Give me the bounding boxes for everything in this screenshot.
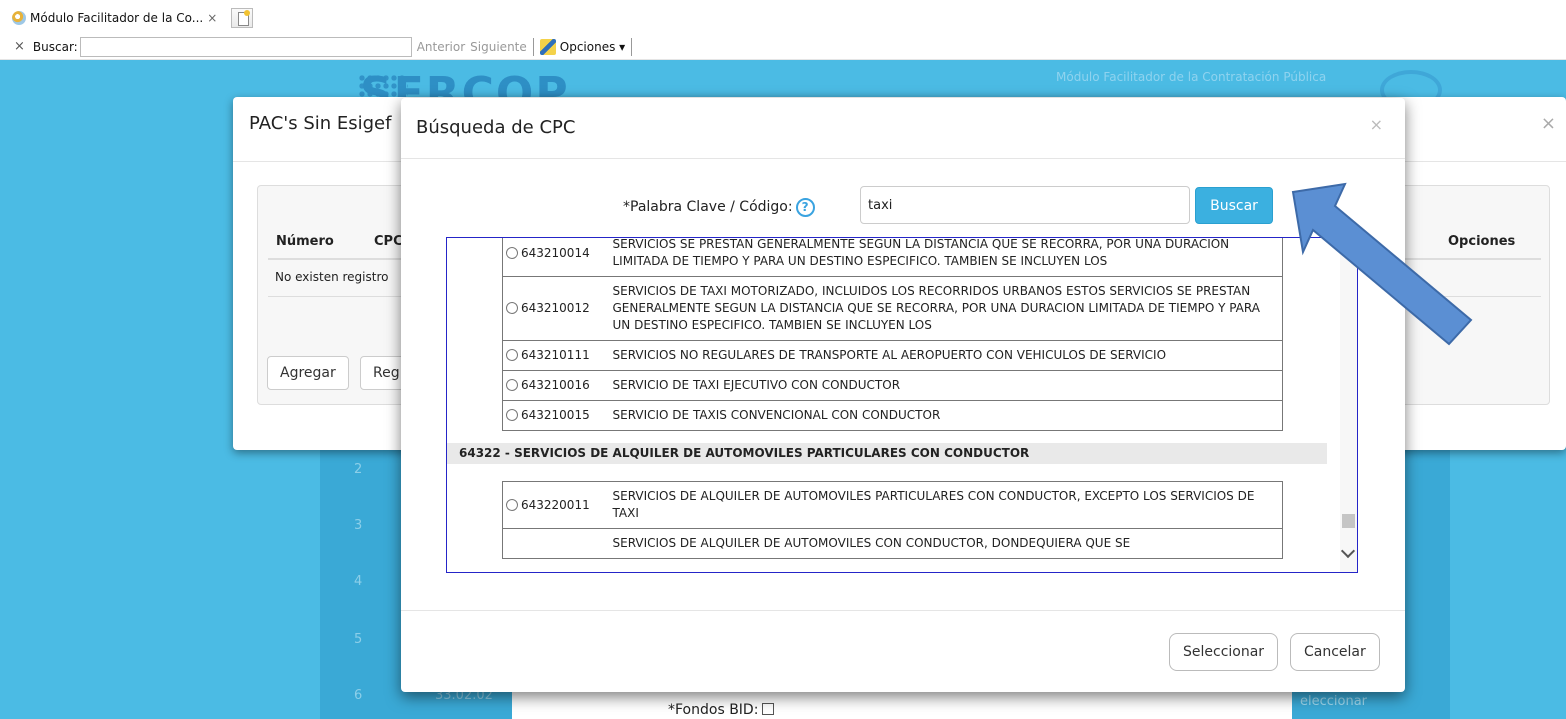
browser-tab-bar: Módulo Facilitador de la Co... × — [0, 0, 1566, 34]
row-number: 5 — [354, 632, 363, 647]
form-panel — [512, 690, 1292, 719]
cpc-group-header: 64322 - SERVICIOS DE ALQUILER DE AUTOMOV… — [447, 443, 1327, 464]
fondos-bid-checkbox[interactable] — [762, 703, 775, 715]
cpc-code: 643210111 — [521, 348, 590, 362]
find-bar: × Buscar: Anterior Siguiente Opciones ▾ — [0, 34, 1566, 60]
annotation-arrow-shape — [1291, 182, 1473, 346]
cpc-radio[interactable] — [506, 409, 518, 421]
cpc-code: 643210016 — [521, 378, 590, 392]
cpc-description: SERVICIOS NO REGULARES DE TRANSPORTE AL … — [608, 340, 1283, 371]
cpc-modal-header-divider — [401, 158, 1405, 159]
find-separator-end — [631, 37, 633, 56]
cpc-description: SERVICIO DE TAXI EJECUTIVO CON CONDUCTOR — [608, 370, 1283, 401]
find-options-button[interactable]: Opciones ▾ — [560, 40, 625, 54]
cpc-description: SERVICIOS DE ALQUILER DE AUTOMOVILES PAR… — [608, 481, 1283, 529]
cpc-results-table-group-2: 643220011 SERVICIOS DE ALQUILER DE AUTOM… — [502, 481, 1283, 559]
pac-modal-close-icon[interactable]: × — [1541, 113, 1556, 134]
cpc-results-table-group-1: 643210014 SERVICIOS SE PRESTAN GENERALME… — [502, 238, 1283, 431]
search-label: *Palabra Clave / Código: — [623, 199, 793, 215]
tab-close-icon[interactable]: × — [207, 11, 217, 25]
page-header-subtitle: Módulo Facilitador de la Contratación Pú… — [1056, 70, 1327, 84]
cancelar-button[interactable]: Cancelar — [1290, 633, 1380, 671]
scroll-down-chevron-icon[interactable] — [1340, 543, 1356, 559]
find-prev-button[interactable]: Anterior — [417, 40, 465, 54]
cpc-radio[interactable] — [506, 246, 518, 259]
table-row[interactable]: 643210111 SERVICIOS NO REGULARES DE TRAN… — [502, 340, 1283, 371]
cpc-description: SERVICIO DE TAXIS CONVENCIONAL CON CONDU… — [608, 400, 1283, 431]
annotation-arrow-icon — [1291, 182, 1473, 346]
find-close-icon[interactable]: × — [14, 39, 25, 54]
cpc-code: 643210012 — [521, 301, 590, 315]
keyword-search-input[interactable] — [860, 186, 1190, 224]
site-favicon-icon — [12, 11, 26, 25]
table-row[interactable]: 643210015 SERVICIO DE TAXIS CONVENCIONAL… — [502, 400, 1283, 431]
table-row[interactable]: 643210016 SERVICIO DE TAXI EJECUTIVO CON… — [502, 370, 1283, 401]
no-records-text: No existen registro — [275, 270, 389, 284]
cpc-search-modal: Búsqueda de CPC × *Palabra Clave / Códig… — [401, 98, 1405, 692]
cpc-modal-footer-divider — [401, 610, 1405, 611]
fondos-bid-field: *Fondos BID: — [668, 702, 775, 718]
background-select-button: eleccionar — [1300, 694, 1368, 709]
cpc-modal-close-icon[interactable]: × — [1370, 115, 1383, 134]
cpc-results-list[interactable]: 643210014 SERVICIOS SE PRESTAN GENERALME… — [446, 237, 1358, 573]
table-row[interactable]: 643220011 SERVICIOS DE ALQUILER DE AUTOM… — [502, 481, 1283, 529]
seleccionar-button[interactable]: Seleccionar — [1169, 633, 1279, 671]
column-header-numero: Número — [276, 234, 334, 249]
cpc-radio[interactable] — [506, 498, 518, 511]
browser-tab[interactable]: Módulo Facilitador de la Co... × — [0, 8, 217, 28]
new-tab-button[interactable] — [231, 8, 253, 28]
cpc-code: 643220011 — [521, 497, 590, 512]
fondos-bid-label: *Fondos BID: — [668, 702, 759, 718]
cpc-description: SERVICIOS SE PRESTAN GENERALMENTE SEGUN … — [608, 238, 1283, 277]
group-gap — [447, 464, 1325, 481]
find-label: Buscar: — [32, 39, 78, 54]
help-icon[interactable]: ? — [795, 197, 815, 217]
find-input[interactable] — [79, 36, 412, 57]
row-number: 6 — [354, 688, 363, 703]
results-content: 643210014 SERVICIOS SE PRESTAN GENERALME… — [447, 238, 1327, 559]
table-row[interactable]: SERVICIOS DE ALQUILER DE AUTOMOVILES CON… — [502, 528, 1283, 559]
cpc-code: 643210014 — [521, 245, 590, 260]
cpc-code: 643210015 — [521, 408, 590, 422]
row-number: 4 — [354, 574, 363, 589]
row-number: 3 — [354, 518, 363, 533]
row-number: 2 — [354, 462, 363, 477]
cpc-description: SERVICIOS DE TAXI MOTORIZADO, INCLUIDOS … — [608, 276, 1283, 341]
scroll-thumb[interactable] — [1342, 514, 1355, 528]
table-row[interactable]: 643210012 SERVICIOS DE TAXI MOTORIZADO, … — [502, 276, 1283, 341]
highlight-pencil-icon[interactable] — [539, 38, 556, 55]
cpc-radio[interactable] — [506, 302, 518, 314]
table-row[interactable]: 643210014 SERVICIOS SE PRESTAN GENERALME… — [502, 238, 1283, 277]
tab-title: Módulo Facilitador de la Co... — [30, 11, 204, 25]
search-row: *Palabra Clave / Código: ? — [623, 188, 815, 226]
agregar-button[interactable]: Agregar — [267, 356, 349, 390]
find-separator — [532, 37, 534, 56]
pac-modal-title: PAC's Sin Esigef — [249, 113, 392, 134]
cpc-description: SERVICIOS DE ALQUILER DE AUTOMOVILES CON… — [608, 528, 1283, 559]
cpc-radio[interactable] — [506, 349, 518, 361]
column-header-cpc: CPC — [374, 234, 403, 249]
find-next-button[interactable]: Siguiente — [470, 40, 527, 54]
cpc-radio[interactable] — [506, 379, 518, 391]
buscar-button[interactable]: Buscar — [1195, 187, 1273, 224]
cpc-modal-title: Búsqueda de CPC — [416, 117, 576, 138]
